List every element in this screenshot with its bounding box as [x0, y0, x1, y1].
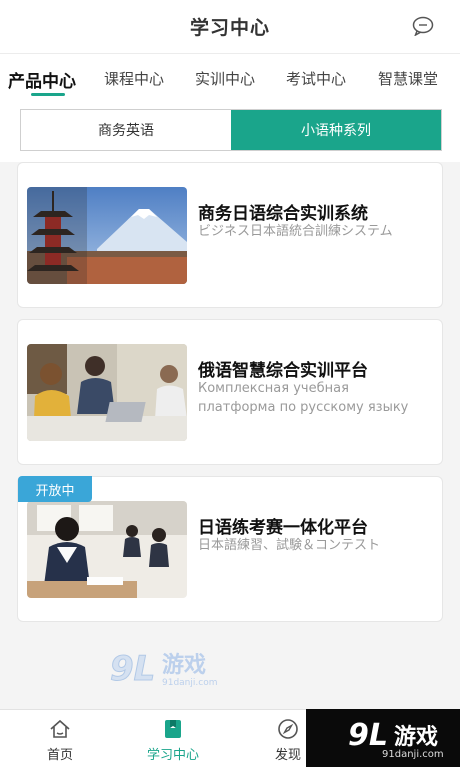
classroom-students-image: [27, 501, 187, 598]
segment-business-english[interactable]: 商务英语: [21, 110, 231, 150]
card-subtitle: 日本語練習、試験＆コンテスト: [198, 538, 381, 553]
tab-product-center[interactable]: 产品中心: [8, 67, 76, 92]
card-title: 商务日语综合实训系统: [198, 204, 368, 224]
tab-smart-classroom[interactable]: 智慧课堂: [378, 68, 438, 89]
nav-study-center-label: 学习中心: [146, 748, 199, 763]
series-switch: 商务英语 小语种系列: [20, 109, 442, 151]
watermark-domain: 91danji.com: [162, 678, 218, 688]
open-status-badge: 开放中: [18, 476, 92, 502]
watermark-logo-icon: 9L: [110, 649, 156, 689]
corner-brand: 游戏: [394, 725, 439, 750]
tab-course-center[interactable]: 课程中心: [104, 68, 164, 89]
team-meeting-image: [27, 344, 187, 441]
corner-watermark: 9L 游戏 91danji.com: [306, 709, 460, 767]
course-card[interactable]: 商务日语综合实训系统 ビジネス日本語統合訓練システム: [17, 162, 443, 308]
tab-training-center[interactable]: 实训中心: [195, 68, 255, 89]
compass-icon: [278, 719, 298, 739]
svg-text:9L: 9L: [348, 718, 388, 753]
segment-minor-languages[interactable]: 小语种系列: [231, 110, 441, 150]
card-subtitle: ビジネス日本語統合訓練システム: [198, 224, 393, 239]
message-icon[interactable]: [412, 16, 434, 36]
nav-home[interactable]: 首页: [20, 710, 100, 767]
category-tabs: 产品中心 课程中心 实训中心 考试中心 智慧课堂: [0, 54, 460, 102]
card-subtitle: Комплексная учебная платформа по русском…: [198, 381, 409, 415]
page-title: 学习中心: [189, 17, 270, 39]
watermark-brand: 游戏: [162, 653, 207, 678]
nav-home-label: 首页: [46, 748, 73, 763]
app-header: 学习中心: [0, 0, 460, 54]
svg-text:9L: 9L: [110, 649, 155, 688]
course-card[interactable]: 俄语智慧综合实训平台 Комплексная учебная платформа…: [17, 319, 443, 465]
tab-exam-center[interactable]: 考试中心: [286, 68, 346, 89]
course-card[interactable]: 开放中 日语练考赛一体化平台 日本語練習、試験＆コンテスト: [17, 476, 443, 622]
card-title: 日语练考赛一体化平台: [198, 518, 368, 538]
card-title: 俄语智慧综合实训平台: [198, 361, 368, 381]
corner-domain: 91danji.com: [382, 749, 444, 760]
book-icon: [165, 720, 181, 738]
nav-study-center[interactable]: 学习中心: [133, 710, 213, 767]
pagoda-fuji-image: [27, 187, 187, 284]
site-watermark: 9L 游戏 91danji.com: [110, 648, 218, 689]
active-tab-indicator: [31, 93, 65, 96]
home-icon: [50, 719, 70, 738]
